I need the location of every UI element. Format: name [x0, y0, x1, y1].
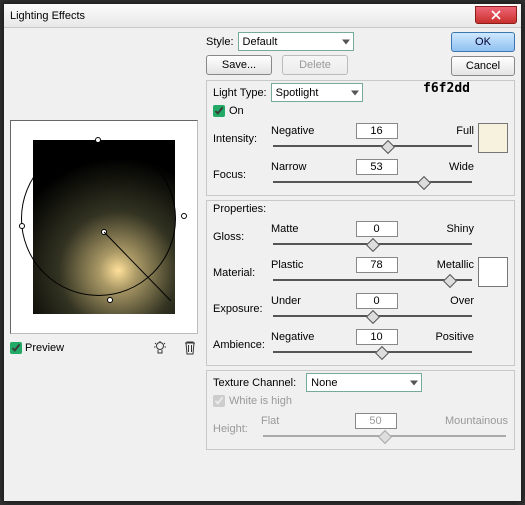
white-is-high-label: White is high	[229, 395, 292, 407]
light-type-label: Light Type:	[213, 87, 267, 99]
exposure-value[interactable]: 0	[356, 293, 398, 309]
preview-checkbox[interactable]	[10, 342, 22, 354]
intensity-label: Intensity:	[213, 123, 271, 145]
material-slider[interactable]	[273, 275, 472, 287]
save-button[interactable]: Save...	[206, 55, 272, 75]
height-slider	[263, 431, 506, 443]
properties-group: Properties: Gloss: Matte0Shiny Material:…	[206, 200, 515, 366]
gloss-slider[interactable]	[273, 239, 472, 251]
ambient-color-swatch[interactable]	[478, 257, 508, 287]
light-color-swatch[interactable]	[478, 123, 508, 153]
exposure-slider[interactable]	[273, 311, 472, 323]
window-title: Lighting Effects	[10, 10, 85, 22]
delete-light-icon[interactable]	[182, 340, 198, 356]
white-is-high-checkbox	[213, 395, 225, 407]
preview-photo	[33, 140, 175, 314]
light-type-select[interactable]: Spotlight	[271, 83, 363, 102]
focus-value[interactable]: 53	[356, 159, 398, 175]
light-on-label: On	[229, 105, 244, 117]
ellipse-handle[interactable]	[107, 297, 113, 303]
titlebar: Lighting Effects	[4, 4, 521, 28]
preview-canvas[interactable]	[10, 120, 198, 334]
ambience-slider[interactable]	[273, 347, 472, 359]
preview-label: Preview	[25, 342, 64, 354]
light-color-hex: f6f2dd	[423, 81, 470, 96]
ellipse-handle[interactable]	[95, 137, 101, 143]
texture-channel-label: Texture Channel:	[213, 377, 296, 389]
height-value: 50	[355, 413, 397, 429]
ambience-label: Ambience:	[213, 329, 271, 351]
style-label: Style:	[206, 36, 234, 48]
new-light-icon[interactable]	[152, 340, 168, 356]
height-label: Height:	[213, 413, 261, 435]
light-type-group: Light Type: Spotlight On f6f2dd Intensit…	[206, 80, 515, 196]
light-center-handle[interactable]	[101, 229, 107, 235]
ellipse-handle[interactable]	[181, 213, 187, 219]
ellipse-handle[interactable]	[19, 223, 25, 229]
ambience-value[interactable]: 10	[356, 329, 398, 345]
gloss-label: Gloss:	[213, 221, 271, 243]
texture-group: Texture Channel: None White is high Heig…	[206, 370, 515, 450]
chevron-down-icon	[410, 380, 418, 385]
properties-label: Properties:	[213, 203, 508, 215]
cancel-button[interactable]: Cancel	[451, 56, 515, 76]
gloss-value[interactable]: 0	[356, 221, 398, 237]
light-on-checkbox[interactable]	[213, 105, 225, 117]
style-select[interactable]: Default	[238, 32, 354, 51]
exposure-label: Exposure:	[213, 293, 271, 315]
texture-channel-select[interactable]: None	[306, 373, 422, 392]
window-close-button[interactable]	[475, 6, 517, 24]
material-label: Material:	[213, 257, 271, 279]
intensity-slider[interactable]	[273, 141, 472, 153]
chevron-down-icon	[342, 39, 350, 44]
delete-button: Delete	[282, 55, 348, 75]
chevron-down-icon	[351, 90, 359, 95]
focus-label: Focus:	[213, 159, 271, 181]
focus-slider[interactable]	[273, 177, 472, 189]
lighting-effects-dialog: Lighting Effects Preview	[3, 3, 522, 502]
material-value[interactable]: 78	[356, 257, 398, 273]
close-icon	[491, 10, 501, 20]
ok-button[interactable]: OK	[451, 32, 515, 52]
intensity-value[interactable]: 16	[356, 123, 398, 139]
